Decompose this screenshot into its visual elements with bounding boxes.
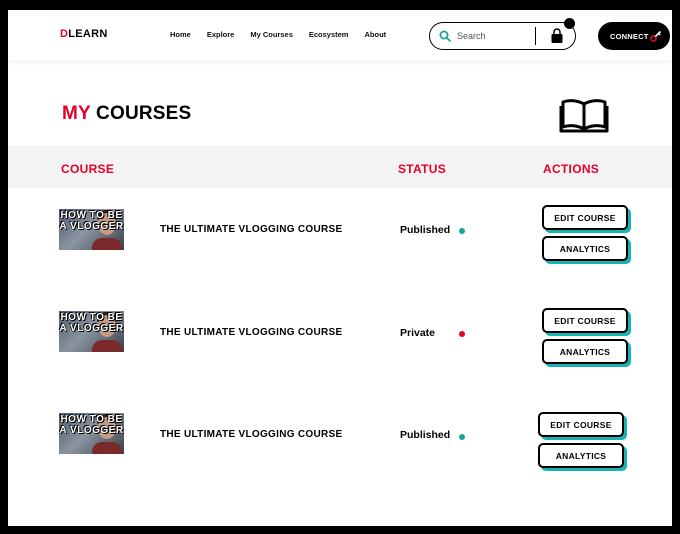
main-nav: Home Explore My Courses Ecosystem About xyxy=(170,30,402,39)
course-thumbnail[interactable]: HOW TO BE A VLOGGER xyxy=(59,311,124,352)
edit-course-button[interactable]: EDIT COURSE xyxy=(542,308,628,333)
course-name[interactable]: THE ULTIMATE VLOGGING COURSE xyxy=(160,327,342,338)
search-divider xyxy=(535,27,536,45)
course-name[interactable]: THE ULTIMATE VLOGGING COURSE xyxy=(160,429,342,440)
course-thumbnail[interactable]: HOW TO BE A VLOGGER xyxy=(59,209,124,250)
page-title: MY COURSES xyxy=(62,103,192,124)
cart-badge xyxy=(564,18,575,29)
column-header-status: STATUS xyxy=(398,162,447,176)
nav-about[interactable]: About xyxy=(364,30,386,39)
course-name[interactable]: THE ULTIMATE VLOGGING COURSE xyxy=(160,224,342,235)
shopping-bag-icon[interactable] xyxy=(550,28,564,44)
open-book-icon xyxy=(559,99,609,133)
status-label: Published xyxy=(400,429,451,441)
status-dot xyxy=(459,228,465,234)
column-header-actions: ACTIONS xyxy=(543,162,600,176)
table-row: HOW TO BE A VLOGGER THE ULTIMATE VLOGGIN… xyxy=(8,200,672,290)
status-label: Published xyxy=(400,224,451,236)
search-bar xyxy=(429,22,576,50)
top-navbar: DLEARN Home Explore My Courses Ecosystem… xyxy=(8,10,672,60)
table-row: HOW TO BE A VLOGGER THE ULTIMATE VLOGGIN… xyxy=(8,303,672,393)
status-dot xyxy=(459,434,465,440)
connect-button[interactable]: CONNECT xyxy=(598,22,670,50)
key-icon xyxy=(650,30,662,42)
search-input[interactable] xyxy=(457,29,529,43)
analytics-button[interactable]: ANALYTICS xyxy=(542,339,628,364)
analytics-button[interactable]: ANALYTICS xyxy=(542,236,628,261)
status-label: Private xyxy=(400,327,436,339)
analytics-button[interactable]: ANALYTICS xyxy=(538,443,624,468)
column-header-course: COURSE xyxy=(61,162,115,176)
nav-explore[interactable]: Explore xyxy=(207,30,235,39)
app-frame: DLEARN Home Explore My Courses Ecosystem… xyxy=(8,10,672,526)
nav-my-courses[interactable]: My Courses xyxy=(250,30,293,39)
edit-course-button[interactable]: EDIT COURSE xyxy=(538,412,624,437)
course-thumbnail[interactable]: HOW TO BE A VLOGGER xyxy=(59,413,124,454)
table-row: HOW TO BE A VLOGGER THE ULTIMATE VLOGGIN… xyxy=(8,406,672,496)
search-icon[interactable] xyxy=(439,30,451,42)
logo[interactable]: DLEARN xyxy=(60,28,108,40)
nav-home[interactable]: Home xyxy=(170,30,191,39)
nav-ecosystem[interactable]: Ecosystem xyxy=(309,30,349,39)
status-dot xyxy=(459,331,465,337)
edit-course-button[interactable]: EDIT COURSE xyxy=(542,205,628,230)
